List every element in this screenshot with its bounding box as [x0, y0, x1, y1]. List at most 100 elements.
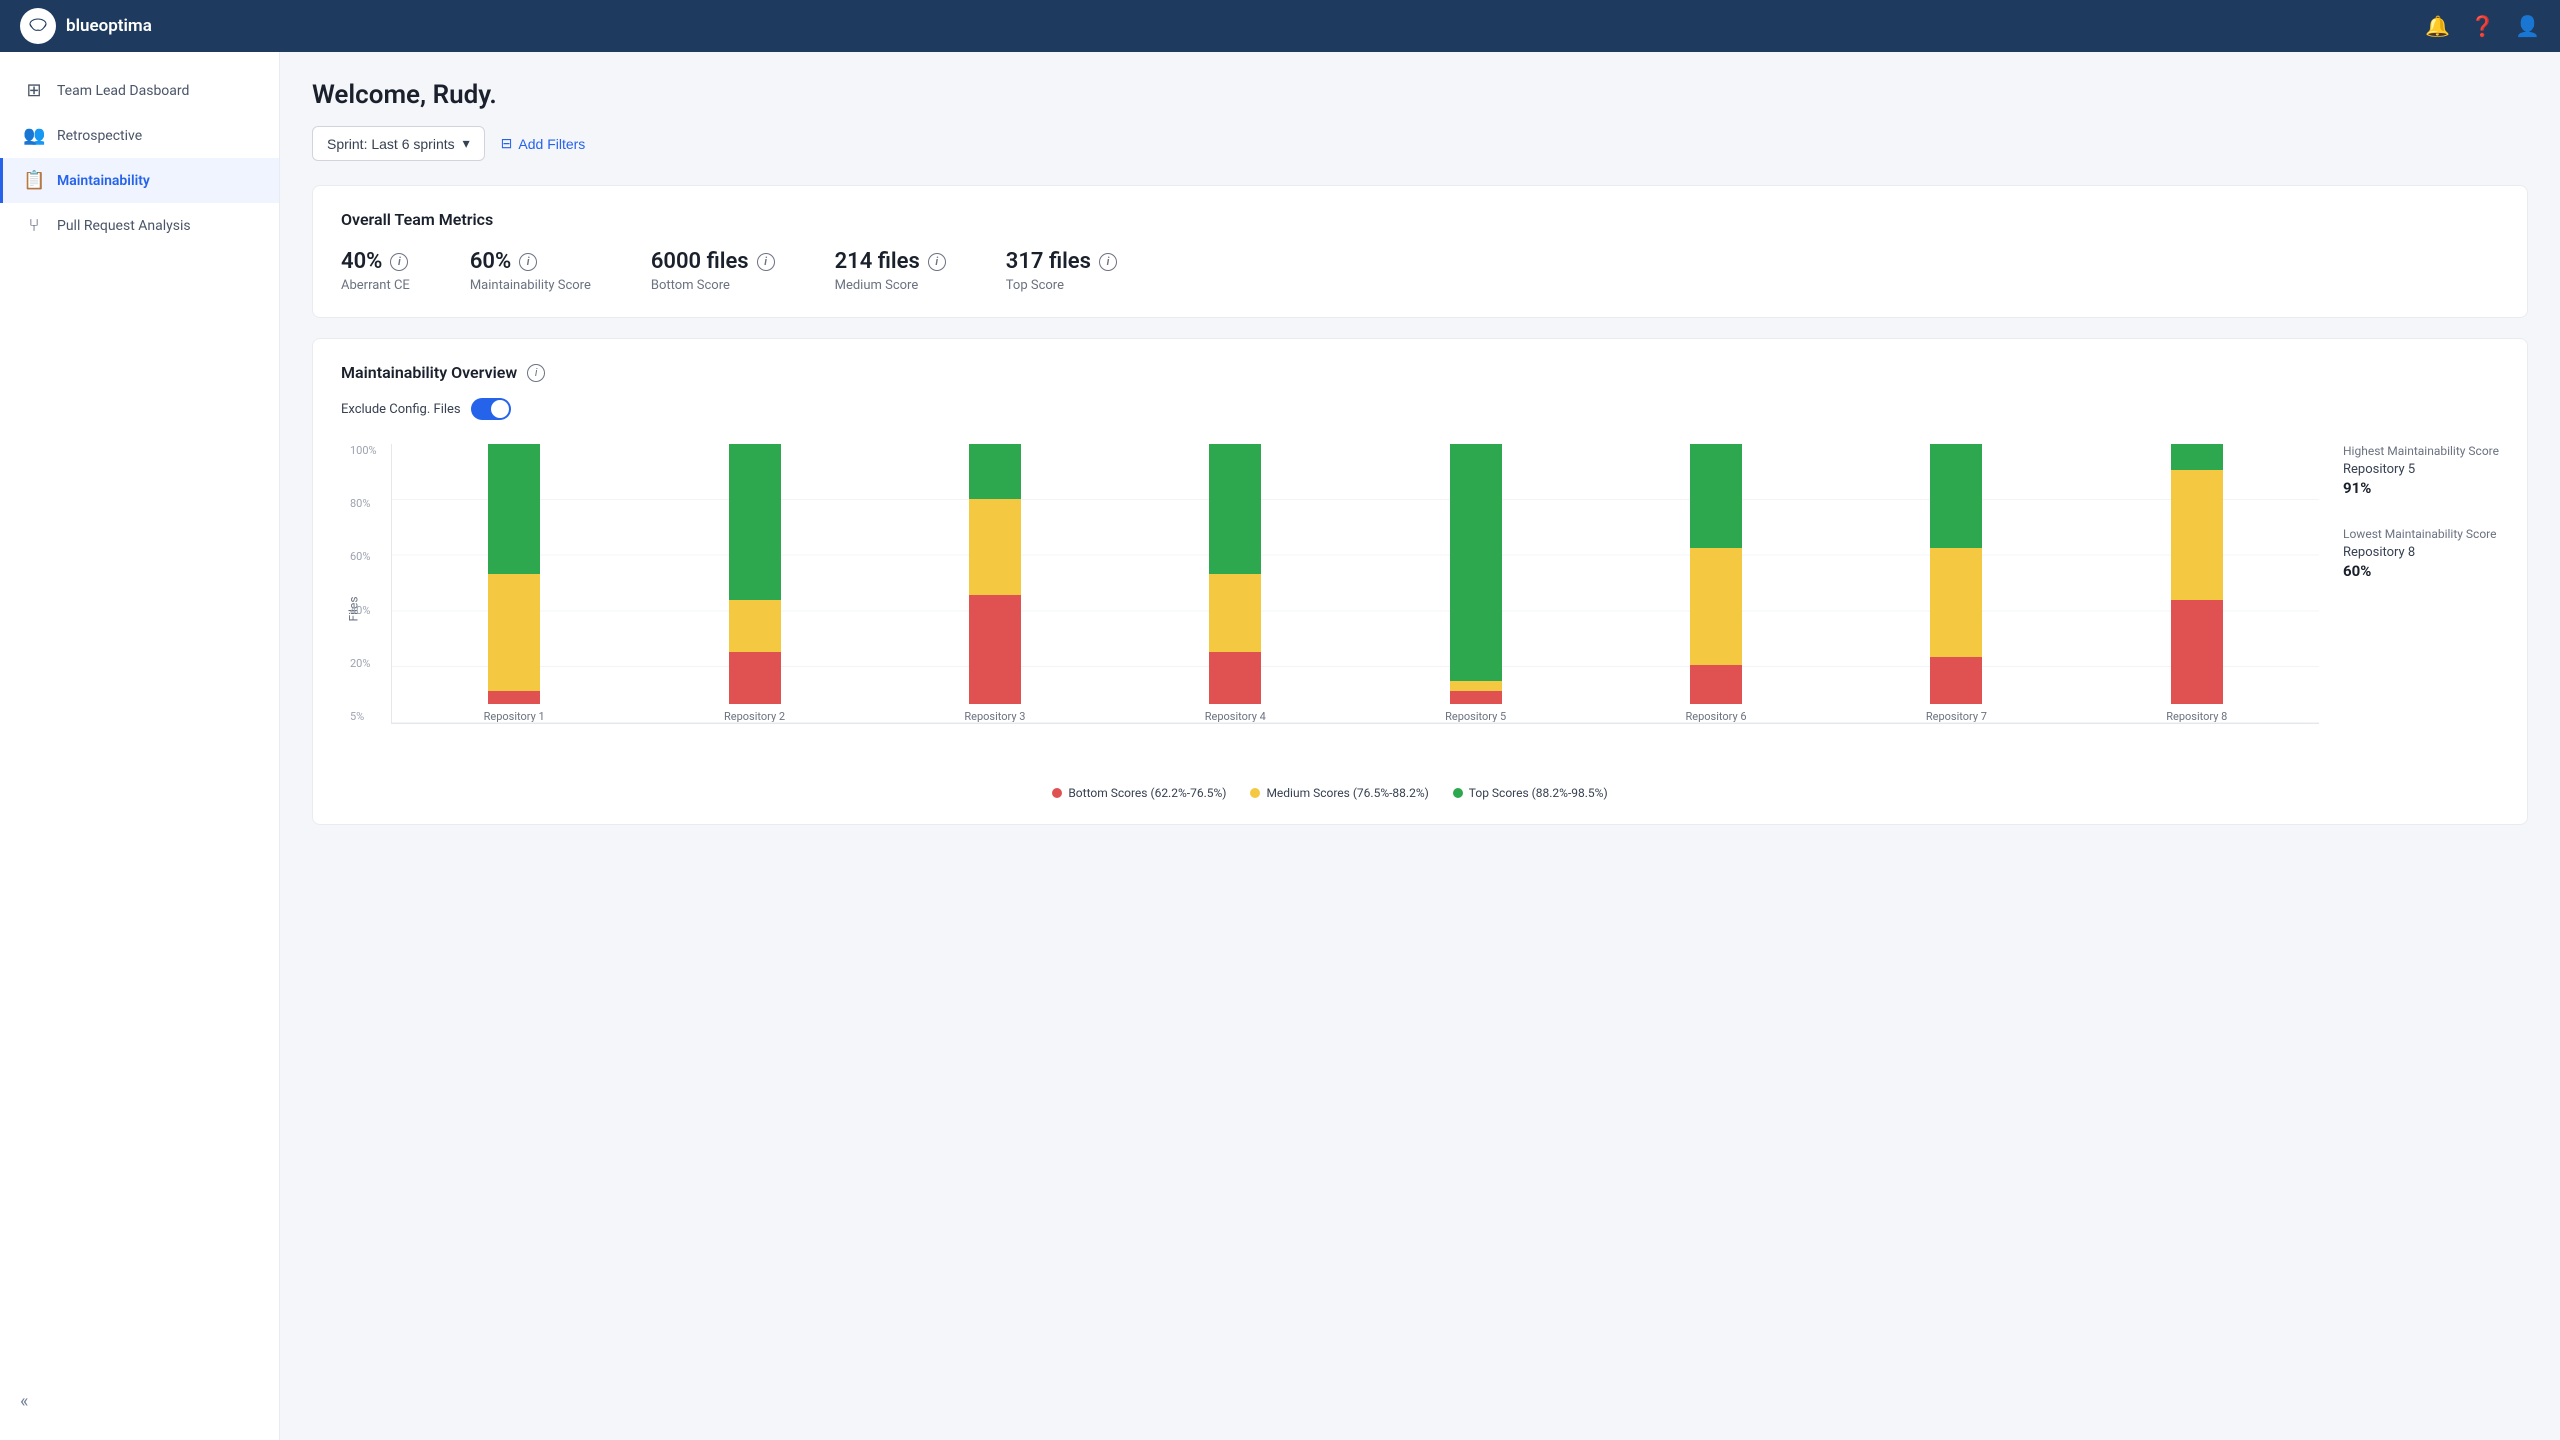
- bottom-score-label: Bottom Score: [651, 278, 775, 293]
- bar-label: Repository 5: [1445, 710, 1506, 723]
- top-legend-label: Top Scores (88.2%-98.5%): [1469, 786, 1608, 800]
- top-score-value: 317 files i: [1006, 249, 1117, 274]
- bell-icon[interactable]: 🔔: [2425, 14, 2450, 38]
- grid-icon: ⊞: [23, 80, 45, 101]
- merge-icon: ⑂: [23, 215, 45, 236]
- add-filters-button[interactable]: ⊟ Add Filters: [501, 135, 586, 152]
- sidebar-collapse-button[interactable]: «: [0, 1379, 279, 1424]
- user-icon[interactable]: 👤: [2515, 14, 2540, 38]
- metric-medium-score: 214 files i Medium Score: [835, 249, 946, 293]
- chart-wrapper: Files 100% 80% 60% 40% 20% 5% Repo: [341, 444, 2319, 774]
- top-score-info-icon[interactable]: i: [1099, 253, 1117, 271]
- top-segment: [488, 444, 540, 574]
- medium-score-value: 214 files i: [835, 249, 946, 274]
- bar-stack: [969, 444, 1021, 704]
- collapse-icon: «: [20, 1391, 28, 1412]
- chevron-down-icon: ▾: [463, 135, 470, 152]
- sprint-dropdown[interactable]: Sprint: Last 6 sprints ▾: [312, 126, 485, 161]
- bottom-segment: [488, 691, 540, 704]
- medium-score-info-icon[interactable]: i: [928, 253, 946, 271]
- main-layout: ⊞ Team Lead Dasboard 👥 Retrospective 📋 M…: [0, 52, 2560, 1440]
- metric-aberrant-ce: 40% i Aberrant CE: [341, 249, 410, 293]
- sidebar-item-label: Maintainability: [57, 173, 150, 189]
- sprint-label: Sprint: Last 6 sprints: [327, 136, 455, 152]
- bar-stack: [1209, 444, 1261, 704]
- filter-bar: Sprint: Last 6 sprints ▾ ⊟ Add Filters: [312, 126, 2528, 161]
- bar-label: Repository 1: [484, 710, 545, 723]
- bottom-segment: [729, 652, 781, 704]
- chart-icon: 👥: [23, 125, 45, 146]
- metrics-title: Overall Team Metrics: [341, 210, 2499, 229]
- help-icon[interactable]: ❓: [2470, 14, 2495, 38]
- medium-segment: [1930, 548, 1982, 657]
- sidebar-item-label: Pull Request Analysis: [57, 218, 191, 234]
- top-segment: [1690, 444, 1742, 548]
- bottom-score-info-icon[interactable]: i: [757, 253, 775, 271]
- overview-info-icon[interactable]: i: [527, 364, 545, 382]
- medium-segment: [729, 600, 781, 652]
- lowest-value: 60%: [2343, 562, 2499, 580]
- top-segment: [1450, 444, 1502, 681]
- overview-card: Maintainability Overview i Exclude Confi…: [312, 338, 2528, 825]
- sidebar-item-team-lead-dashboard[interactable]: ⊞ Team Lead Dasboard: [0, 68, 279, 113]
- medium-segment: [488, 574, 540, 691]
- bar-group: Repository 3: [881, 444, 1109, 723]
- sidebar-item-retrospective[interactable]: 👥 Retrospective: [0, 113, 279, 158]
- bar-group: Repository 7: [1842, 444, 2070, 723]
- top-legend-dot: [1453, 788, 1463, 798]
- top-nav: blueoptima 🔔 ❓ 👤: [0, 0, 2560, 52]
- bottom-segment: [1209, 652, 1261, 704]
- lowest-repo: Repository 8: [2343, 545, 2499, 560]
- sidebar-item-pull-request-analysis[interactable]: ⑂ Pull Request Analysis: [0, 203, 279, 248]
- chart-bars: 100% 80% 60% 40% 20% 5% Repository 1Repo…: [391, 444, 2319, 724]
- highest-repo: Repository 5: [2343, 462, 2499, 477]
- medium-score-label: Medium Score: [835, 278, 946, 293]
- bar-label: Repository 3: [964, 710, 1025, 723]
- overview-title: Maintainability Overview: [341, 363, 517, 382]
- bar-stack: [1690, 444, 1742, 704]
- filter-icon: ⊟: [501, 135, 513, 152]
- exclude-config-toggle[interactable]: [471, 398, 511, 420]
- bar-label: Repository 8: [2166, 710, 2227, 723]
- bar-label: Repository 7: [1926, 710, 1987, 723]
- bar-group: Repository 8: [2083, 444, 2311, 723]
- top-segment: [1209, 444, 1261, 574]
- lowest-subtitle: Lowest Maintainability Score: [2343, 527, 2499, 541]
- sidebar-item-label: Team Lead Dasboard: [57, 83, 189, 99]
- metric-bottom-score: 6000 files i Bottom Score: [651, 249, 775, 293]
- bottom-segment: [1450, 691, 1502, 704]
- bar-label: Repository 4: [1205, 710, 1266, 723]
- chart-container: Files 100% 80% 60% 40% 20% 5% Repo: [341, 444, 2499, 800]
- aberrant-ce-value: 40% i: [341, 249, 410, 274]
- overview-controls: Exclude Config. Files: [341, 398, 2499, 420]
- highest-value: 91%: [2343, 479, 2499, 497]
- nav-left: blueoptima: [20, 8, 152, 44]
- add-filters-label: Add Filters: [518, 136, 585, 152]
- main-content: Welcome, Rudy. Sprint: Last 6 sprints ▾ …: [280, 52, 2560, 1440]
- chart-sidebar: Highest Maintainability Score Repository…: [2319, 444, 2499, 800]
- bottom-segment: [2171, 600, 2223, 704]
- nav-right: 🔔 ❓ 👤: [2425, 14, 2540, 38]
- chart-main: Files 100% 80% 60% 40% 20% 5% Repo: [341, 444, 2319, 800]
- highest-subtitle: Highest Maintainability Score: [2343, 444, 2499, 458]
- sidebar: ⊞ Team Lead Dasboard 👥 Retrospective 📋 M…: [0, 52, 280, 1440]
- medium-legend-label: Medium Scores (76.5%-88.2%): [1266, 786, 1428, 800]
- bar-stack: [2171, 444, 2223, 704]
- welcome-title: Welcome, Rudy.: [312, 80, 2528, 110]
- bar-stack: [488, 444, 540, 704]
- top-score-label: Top Score: [1006, 278, 1117, 293]
- maintainability-score-value: 60% i: [470, 249, 591, 274]
- exclude-config-label: Exclude Config. Files: [341, 402, 461, 417]
- clipboard-icon: 📋: [23, 170, 45, 191]
- bar-group: Repository 1: [400, 444, 628, 723]
- metric-maintainability-score: 60% i Maintainability Score: [470, 249, 591, 293]
- metrics-row: 40% i Aberrant CE 60% i Maintainability …: [341, 249, 2499, 293]
- maintainability-score-info-icon[interactable]: i: [519, 253, 537, 271]
- highest-score-section: Highest Maintainability Score Repository…: [2343, 444, 2499, 497]
- aberrant-ce-info-icon[interactable]: i: [390, 253, 408, 271]
- sidebar-item-maintainability[interactable]: 📋 Maintainability: [0, 158, 279, 203]
- bottom-score-value: 6000 files i: [651, 249, 775, 274]
- legend-item-top: Top Scores (88.2%-98.5%): [1453, 786, 1608, 800]
- top-segment: [1930, 444, 1982, 548]
- bar-stack: [729, 444, 781, 704]
